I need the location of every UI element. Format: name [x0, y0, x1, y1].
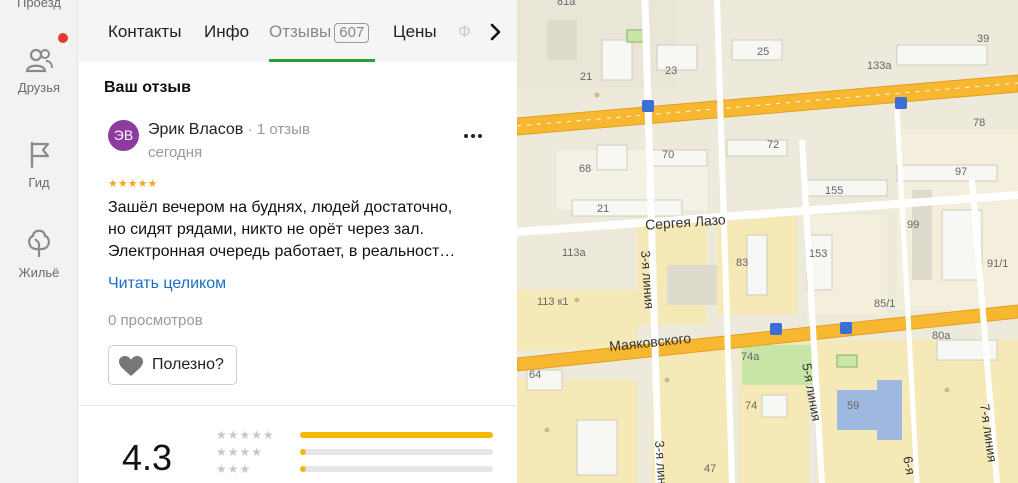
active-tab-indicator	[269, 59, 375, 62]
author-name[interactable]: Эрик Власов	[148, 121, 243, 138]
tree-icon	[28, 229, 50, 257]
nav-guide-label: Гид	[28, 175, 50, 190]
house-number: 23	[665, 65, 678, 77]
organization-card: Контакты Инфо Отзывы 607 Цены Ф Ваш отзыв…	[78, 0, 517, 483]
house-number: 99	[907, 219, 920, 231]
nav-route-label: Проезд	[16, 0, 61, 10]
review-text-line: Зашёл вечером на буднях, людей достаточн…	[108, 199, 453, 216]
house-number: 85/1	[874, 298, 896, 310]
read-full-link[interactable]: Читать целиком	[108, 275, 226, 293]
house-number: 25	[757, 46, 770, 58]
useful-button[interactable]: Полезно?	[108, 345, 237, 385]
review-stars: ★★★★★	[108, 178, 158, 190]
review-text-line: но сидят рядами, никто не орёт через зал…	[108, 221, 424, 238]
house-number: 78	[973, 117, 986, 129]
house-number: 113а	[562, 247, 586, 259]
house-number: 133а	[867, 60, 892, 72]
review-text: Зашёл вечером на буднях, людей достаточн…	[108, 197, 493, 263]
your-review-heading: Ваш отзыв	[104, 79, 191, 96]
house-number: 74	[745, 400, 758, 412]
house-number: 83	[736, 257, 749, 269]
tab-reviews[interactable]: Отзывы 607	[269, 22, 370, 43]
review-text-line: Электронная очередь работает, в реальнос…	[108, 243, 456, 260]
house-number: 47	[704, 463, 717, 475]
house-number: 21	[597, 203, 610, 215]
card-tabs: Контакты Инфо Отзывы 607 Цены Ф	[78, 0, 517, 62]
rating-bar-track	[300, 466, 493, 472]
more-options-icon[interactable]	[461, 124, 485, 148]
avatar[interactable]: ЭВ	[108, 120, 139, 151]
author-meta-dot: ·	[247, 121, 257, 138]
house-number: 64	[529, 369, 542, 381]
rating-value: 4.3	[122, 437, 173, 478]
house-number: 68	[579, 163, 592, 175]
nav-housing[interactable]: Жильё	[0, 225, 78, 280]
house-number: 155	[825, 185, 844, 197]
rating-bar-track	[300, 449, 493, 455]
tab-reviews-label: Отзывы	[269, 22, 332, 41]
nav-route[interactable]: Проезд	[0, 0, 78, 10]
nav-housing-label: Жильё	[18, 265, 60, 280]
tab-next-faded[interactable]: Ф	[458, 22, 471, 42]
notification-dot	[58, 33, 68, 43]
house-number: 81а	[557, 0, 576, 8]
stars-4-icon: ★★★★	[216, 445, 264, 459]
nav-guide[interactable]: Гид	[0, 139, 78, 190]
chevron-right-icon[interactable]	[483, 20, 507, 44]
side-nav: Проезд Друзья Гид Жильё	[0, 0, 78, 483]
nav-friends[interactable]: Друзья	[0, 46, 78, 95]
house-number: 21	[580, 71, 593, 83]
review-date: сегодня	[148, 144, 203, 161]
house-number: 59	[847, 400, 860, 412]
tab-contacts[interactable]: Контакты	[108, 22, 181, 42]
house-number: 153	[809, 248, 828, 260]
friends-icon	[25, 48, 53, 73]
rating-bar-fill	[300, 466, 306, 472]
stars-3-icon: ★★★	[216, 462, 252, 476]
map-view[interactable]: 81а 25 39 21 23 133а 78 72 68 70 97 155 …	[517, 0, 1018, 483]
section-divider	[78, 405, 517, 406]
author-review-count: 1 отзыв	[256, 121, 310, 138]
house-number: 91/1	[987, 258, 1009, 270]
heart-icon	[119, 356, 143, 376]
street-label: 6-я	[900, 455, 919, 476]
stars-5-icon: ★★★★★	[216, 428, 275, 442]
useful-label: Полезно?	[152, 356, 224, 373]
review-author[interactable]: Эрик Власов · 1 отзыв	[148, 121, 310, 139]
nav-friends-label: Друзья	[17, 80, 61, 95]
tab-info[interactable]: Инфо	[204, 22, 249, 42]
house-number: 39	[977, 33, 990, 45]
house-number: 74а	[741, 351, 760, 363]
flag-icon	[30, 141, 50, 169]
house-number: 97	[955, 166, 968, 178]
rating-bar-track	[300, 432, 493, 438]
tab-prices[interactable]: Цены	[393, 22, 437, 42]
house-number: 72	[767, 139, 780, 151]
views-count: 0 просмотров	[108, 312, 203, 329]
rating-bar-fill	[300, 432, 493, 438]
house-number: 80а	[932, 330, 951, 342]
reviews-count-badge: 607	[334, 23, 370, 43]
house-number: 70	[662, 149, 675, 161]
rating-bar-fill	[300, 449, 306, 455]
house-number: 113 к1	[537, 296, 569, 308]
